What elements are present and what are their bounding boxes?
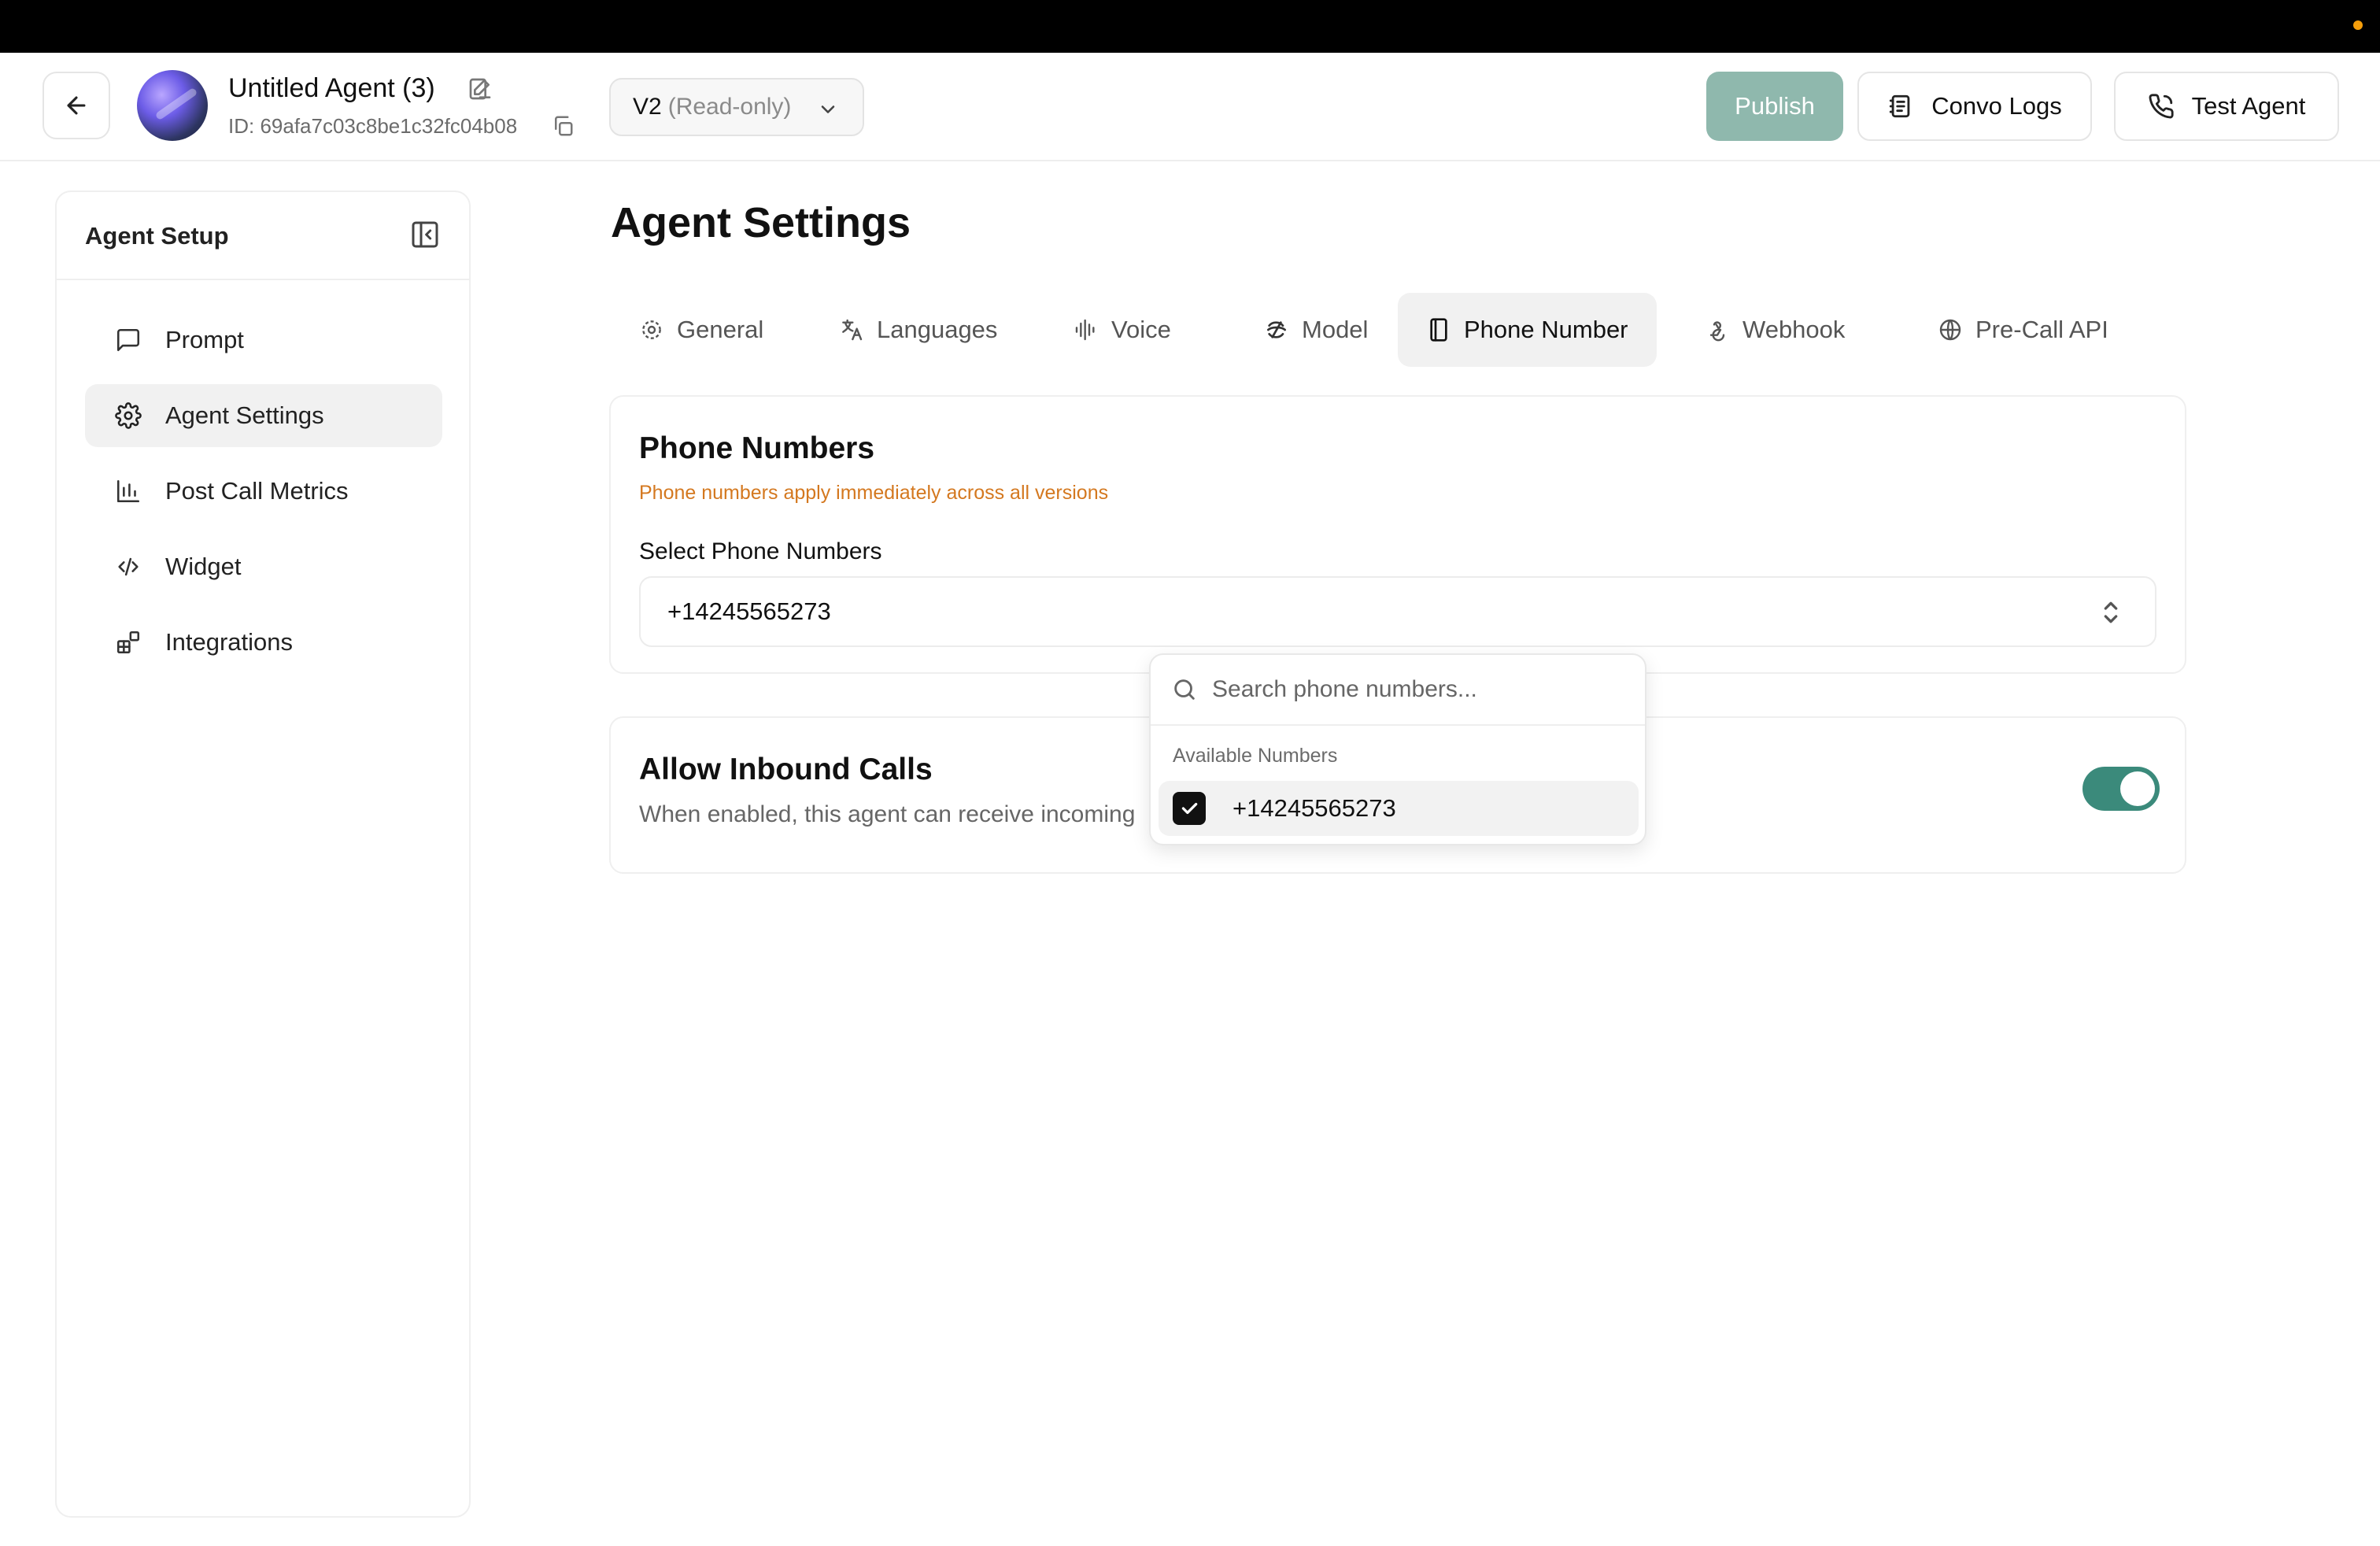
chevron-down-icon bbox=[821, 105, 835, 113]
tab-pre-call-api[interactable]: Pre-Call API bbox=[1909, 293, 2137, 367]
tab-label: Phone Number bbox=[1464, 316, 1628, 343]
tab-model[interactable]: Model bbox=[1236, 293, 1396, 367]
edit-icon[interactable] bbox=[468, 76, 493, 102]
copy-icon[interactable] bbox=[551, 114, 575, 138]
sidebar-title: Agent Setup bbox=[85, 222, 229, 250]
sidebar: Agent Setup Prompt Agent Settings Post C… bbox=[55, 190, 471, 1518]
tab-label: Pre-Call API bbox=[1975, 316, 2108, 343]
tab-phone-number[interactable]: Phone Number bbox=[1398, 293, 1657, 367]
arrow-left-icon bbox=[67, 96, 86, 115]
sidebar-item-label: Prompt bbox=[165, 326, 244, 353]
sidebar-header: Agent Setup bbox=[57, 192, 469, 280]
globe-icon bbox=[1939, 319, 1961, 341]
avatar bbox=[137, 70, 208, 141]
phone-call-icon bbox=[2149, 94, 2174, 119]
tab-label: Languages bbox=[877, 316, 998, 343]
tab-general[interactable]: General bbox=[611, 293, 792, 367]
sidebar-item-prompt[interactable]: Prompt bbox=[85, 309, 442, 372]
phone-numbers-card: Phone Numbers Phone numbers apply immedi… bbox=[609, 395, 2186, 674]
bar-chart-icon bbox=[116, 479, 140, 503]
available-numbers-label: Available Numbers bbox=[1173, 745, 1338, 767]
gear-icon bbox=[642, 320, 661, 339]
phone-number-select-value: +14245565273 bbox=[667, 597, 831, 625]
dropdown-search bbox=[1151, 655, 1645, 726]
convo-logs-label: Convo Logs bbox=[1931, 92, 2062, 120]
phone-numbers-title: Phone Numbers bbox=[639, 431, 875, 465]
tab-label: Model bbox=[1302, 316, 1369, 343]
logs-icon bbox=[1890, 94, 1910, 118]
allow-inbound-calls-toggle[interactable] bbox=[2082, 767, 2160, 811]
option-label: +14245565273 bbox=[1232, 794, 1396, 822]
version-label: V2 bbox=[633, 94, 662, 120]
phone-numbers-note: Phone numbers apply immediately across a… bbox=[639, 482, 1109, 504]
phone-book-icon bbox=[1430, 318, 1447, 342]
select-phone-numbers-label: Select Phone Numbers bbox=[639, 538, 882, 564]
message-square-icon bbox=[116, 328, 140, 352]
status-dot bbox=[2353, 20, 2363, 30]
gear-icon bbox=[115, 402, 142, 429]
sidebar-item-agent-settings[interactable]: Agent Settings bbox=[85, 384, 442, 447]
sidebar-item-integrations[interactable]: Integrations bbox=[85, 611, 442, 674]
back-button[interactable] bbox=[42, 72, 110, 139]
blocks-icon bbox=[116, 631, 140, 654]
phone-number-dropdown: Available Numbers +14245565273 bbox=[1149, 653, 1646, 845]
tab-label: General bbox=[677, 316, 764, 343]
convo-logs-button[interactable]: Convo Logs bbox=[1857, 72, 2092, 141]
code-icon bbox=[118, 557, 139, 576]
model-icon bbox=[1267, 321, 1286, 338]
tab-label: Voice bbox=[1111, 316, 1171, 343]
collapse-sidebar-icon[interactable] bbox=[409, 219, 441, 250]
sidebar-item-widget[interactable]: Widget bbox=[85, 535, 442, 598]
sidebar-item-label: Integrations bbox=[165, 628, 293, 656]
publish-button[interactable]: Publish bbox=[1706, 72, 1843, 141]
option-checkbox[interactable] bbox=[1173, 792, 1206, 825]
sidebar-item-label: Agent Settings bbox=[165, 401, 324, 429]
agent-name: Untitled Agent (3) bbox=[228, 73, 435, 103]
check-icon bbox=[1181, 802, 1198, 815]
sidebar-item-label: Post Call Metrics bbox=[165, 477, 349, 505]
search-icon bbox=[1174, 679, 1195, 700]
tab-languages[interactable]: Languages bbox=[811, 293, 1026, 367]
phone-number-select[interactable]: +14245565273 bbox=[639, 576, 2156, 647]
audio-wave-icon bbox=[1075, 319, 1095, 341]
toggle-knob bbox=[2120, 771, 2155, 806]
version-state: (Read-only) bbox=[667, 94, 792, 120]
chevron-up-down-icon bbox=[2104, 601, 2118, 623]
allow-inbound-calls-title: Allow Inbound Calls bbox=[639, 753, 933, 786]
tab-label: Webhook bbox=[1743, 316, 1846, 343]
translate-icon bbox=[842, 319, 863, 341]
sidebar-item-label: Widget bbox=[165, 553, 242, 580]
search-phone-numbers-input[interactable] bbox=[1212, 676, 1621, 703]
dropdown-option[interactable]: +14245565273 bbox=[1159, 781, 1639, 836]
page-title: Agent Settings bbox=[611, 199, 911, 246]
test-agent-button[interactable]: Test Agent bbox=[2114, 72, 2339, 141]
allow-inbound-calls-description: When enabled, this agent can receive inc… bbox=[639, 801, 1136, 827]
window-top-bar bbox=[0, 0, 2380, 53]
version-select[interactable]: V2 (Read-only) bbox=[609, 78, 864, 136]
header: Untitled Agent (3) ID: 69afa7c03c8be1c32… bbox=[0, 53, 2380, 161]
agent-id: ID: 69afa7c03c8be1c32fc04b08 bbox=[228, 114, 518, 138]
tab-webhook[interactable]: Webhook bbox=[1676, 293, 1873, 367]
tab-voice[interactable]: Voice bbox=[1045, 293, 1199, 367]
webhook-icon bbox=[1709, 321, 1725, 342]
test-agent-label: Test Agent bbox=[2191, 92, 2306, 120]
sidebar-item-post-call-metrics[interactable]: Post Call Metrics bbox=[85, 460, 442, 523]
